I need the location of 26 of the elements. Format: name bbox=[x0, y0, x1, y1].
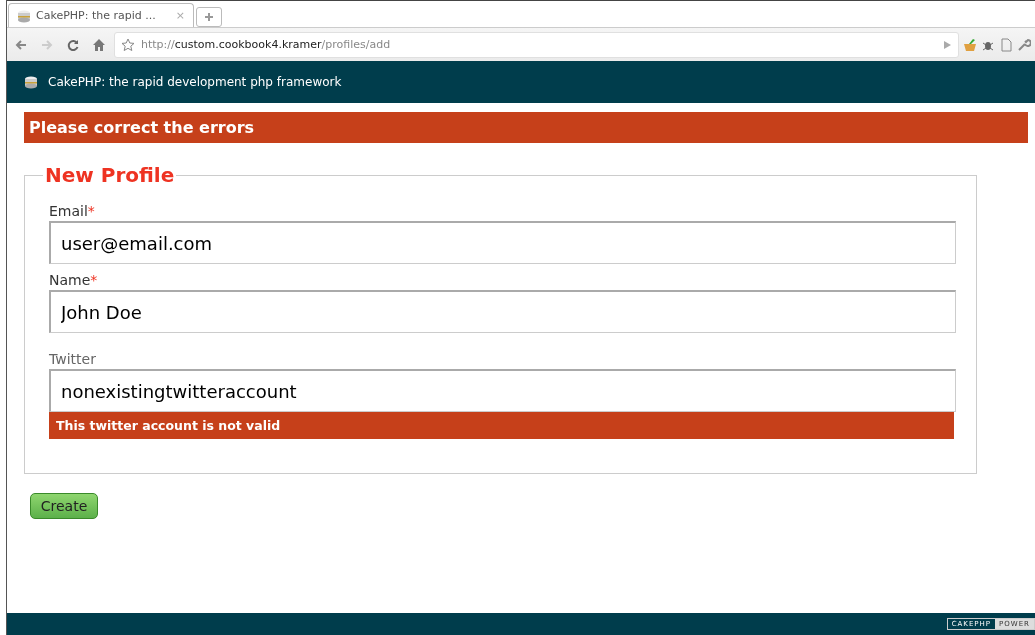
address-bar[interactable]: http://custom.cookbook4.kramer/profiles/add bbox=[114, 31, 959, 58]
error-banner: Please correct the errors bbox=[24, 112, 1028, 143]
browser-tab[interactable]: CakePHP: the rapid ... × bbox=[8, 3, 194, 27]
back-icon[interactable] bbox=[14, 37, 28, 52]
wrench-icon bbox=[1017, 37, 1031, 52]
field-label: Twitter bbox=[49, 351, 96, 367]
site-title[interactable]: CakePHP: the rapid development php framework bbox=[48, 75, 342, 89]
cake-icon bbox=[17, 8, 31, 23]
required-mark: * bbox=[87, 203, 95, 219]
tab-title: CakePHP: the rapid ... bbox=[36, 9, 157, 22]
create-button[interactable]: Create bbox=[30, 493, 98, 519]
field-label: Email bbox=[49, 203, 88, 219]
page-icon bbox=[999, 37, 1013, 52]
input-field[interactable]: nonexistingtwitteraccount bbox=[49, 369, 956, 412]
cake-logo-icon bbox=[24, 75, 38, 89]
star-icon[interactable] bbox=[121, 37, 135, 52]
field-label: Name bbox=[49, 272, 91, 288]
play-icon[interactable] bbox=[942, 39, 952, 50]
required-mark: * bbox=[90, 272, 98, 288]
input-field[interactable]: user@email.com bbox=[49, 221, 956, 264]
url-text: http://custom.cookbook4.kramer/profiles/add bbox=[141, 38, 392, 51]
form-title: New Profile bbox=[44, 163, 176, 187]
home-icon[interactable] bbox=[92, 37, 106, 52]
reload-icon[interactable] bbox=[66, 37, 80, 52]
plus-icon bbox=[204, 12, 214, 22]
error-message: This twitter account is not valid bbox=[49, 412, 954, 439]
